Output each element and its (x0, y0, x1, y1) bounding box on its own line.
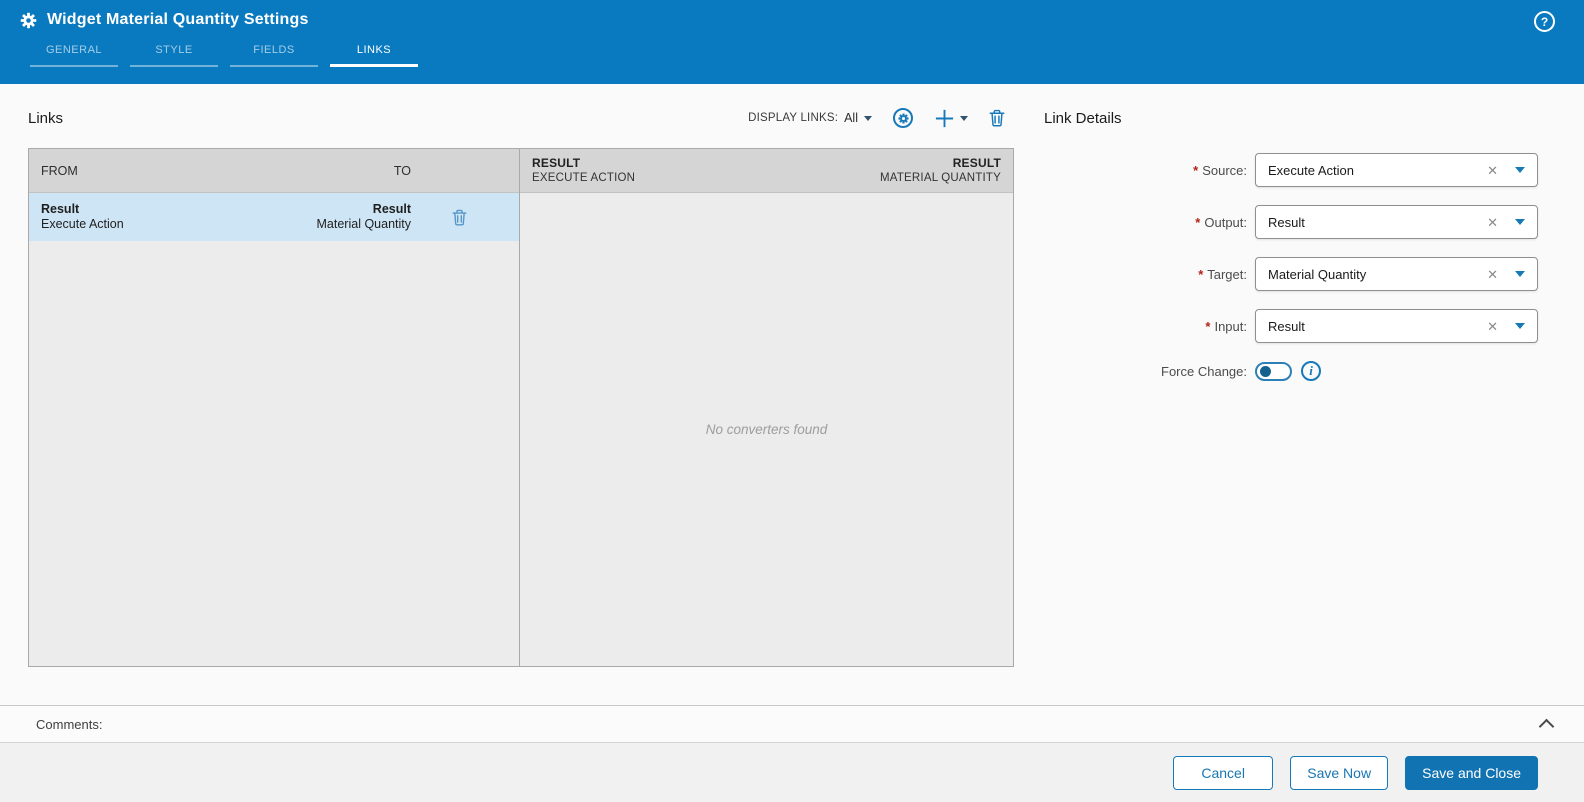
chevron-up-icon[interactable] (1538, 718, 1555, 735)
save-and-close-button[interactable]: Save and Close (1405, 755, 1538, 790)
delete-link-button[interactable] (989, 109, 1005, 127)
force-change-label: Force Change: (1161, 363, 1247, 379)
tab-label: GENERAL (45, 44, 103, 56)
converter-from-property: RESULT (532, 155, 581, 170)
column-header-to: TO (393, 163, 411, 178)
output-value: Result (1268, 214, 1305, 230)
display-links-label: DISPLAY LINKS: (748, 112, 839, 124)
converter-to-target: MATERIAL QUANTITY (880, 171, 1001, 184)
widget-settings-dialog: Widget Material Quantity Settings ? GENE… (0, 0, 1584, 802)
comments-bar[interactable]: Comments: (0, 705, 1584, 742)
source-label: * Source: (1193, 162, 1247, 178)
link-to-target: Material Quantity (316, 217, 411, 231)
force-change-toggle[interactable] (1255, 361, 1292, 381)
input-field-row: * Input: Result ✕ (1044, 309, 1538, 343)
link-from-cell: Result Execute Action (41, 202, 226, 233)
converter-from-header: RESULT EXECUTE ACTION (532, 156, 635, 186)
link-details-form: * Source: Execute Action ✕ * Output: Resul… (1044, 153, 1538, 381)
links-toolbar: DISPLAY LINKS: All (748, 103, 1005, 133)
link-details-title: Link Details (1044, 110, 1122, 127)
info-icon[interactable]: i (1301, 361, 1321, 381)
trash-icon (989, 109, 1005, 127)
trash-icon (451, 209, 467, 226)
links-table-header: FROM TO (29, 149, 519, 193)
converters-panel: RESULT EXECUTE ACTION RESULT MATERIAL QU… (520, 149, 1013, 666)
output-field-row: * Output: Result ✕ (1044, 205, 1538, 239)
required-marker: * (1198, 266, 1204, 282)
output-select[interactable]: Result ✕ (1255, 205, 1538, 239)
source-field-row: * Source: Execute Action ✕ (1044, 153, 1538, 187)
links-list-panel: FROM TO Result Execute Action Result Mat… (29, 149, 520, 666)
tab-fields[interactable]: FIELDS (224, 44, 324, 67)
target-field-row: * Target: Material Quantity ✕ (1044, 257, 1538, 291)
source-value: Execute Action (1268, 162, 1354, 178)
titlebar: Widget Material Quantity Settings (0, 0, 1584, 29)
links-list-empty-area (29, 241, 519, 666)
clear-icon[interactable]: ✕ (1487, 268, 1498, 281)
plus-icon (935, 109, 954, 127)
tab-label: STYLE (155, 44, 193, 56)
tab-underline (330, 64, 418, 67)
target-value: Material Quantity (1268, 266, 1367, 282)
clear-icon[interactable]: ✕ (1487, 320, 1498, 333)
tab-underline (130, 65, 218, 67)
cancel-button[interactable]: Cancel (1173, 755, 1274, 790)
output-label: * Output: (1195, 214, 1247, 230)
comments-label: Comments: (36, 716, 103, 732)
clear-icon[interactable]: ✕ (1487, 164, 1498, 177)
converters-header: RESULT EXECUTE ACTION RESULT MATERIAL QU… (520, 149, 1013, 193)
required-marker: * (1205, 318, 1211, 334)
tab-label: FIELDS (253, 44, 295, 56)
link-to-property: Result (372, 201, 411, 216)
link-from-source: Execute Action (41, 217, 124, 231)
chevron-down-icon[interactable] (1515, 219, 1525, 225)
converter-to-header: RESULT MATERIAL QUANTITY (880, 156, 1001, 186)
chevron-down-icon[interactable] (960, 115, 968, 121)
dialog-footer: Cancel Save Now Save and Close (0, 742, 1584, 802)
links-section-title: Links (28, 110, 64, 127)
auto-link-gear-icon (893, 108, 913, 128)
tab-style[interactable]: STYLE (124, 44, 224, 67)
clear-icon[interactable]: ✕ (1487, 216, 1498, 229)
toggle-knob (1260, 365, 1271, 377)
link-from-property: Result (41, 201, 80, 216)
input-select[interactable]: Result ✕ (1255, 309, 1538, 343)
empty-converters-message: No converters found (705, 422, 828, 437)
source-select[interactable]: Execute Action ✕ (1255, 153, 1538, 187)
chevron-down-icon (864, 115, 872, 121)
save-now-button[interactable]: Save Now (1290, 755, 1389, 790)
links-table: FROM TO Result Execute Action Result Mat… (28, 148, 1014, 667)
converter-to-property: RESULT (952, 155, 1001, 170)
tab-links[interactable]: LINKS (324, 44, 424, 67)
target-select[interactable]: Material Quantity ✕ (1255, 257, 1538, 291)
required-marker: * (1195, 214, 1201, 230)
chevron-down-icon[interactable] (1515, 323, 1525, 329)
gear-icon (20, 12, 37, 28)
table-row[interactable]: Result Execute Action Result Material Qu… (29, 193, 519, 241)
chevron-down-icon[interactable] (1515, 167, 1525, 173)
dialog-title: Widget Material Quantity Settings (47, 11, 309, 28)
row-delete-button[interactable] (411, 209, 507, 226)
display-links-value: All (844, 111, 858, 125)
required-marker: * (1193, 162, 1199, 178)
tab-underline (230, 65, 318, 67)
converters-body: No converters found (520, 193, 1013, 666)
dialog-header: Widget Material Quantity Settings ? GENE… (0, 0, 1584, 84)
auto-link-button[interactable] (893, 108, 913, 128)
tab-bar: GENERAL STYLE FIELDS LINKS (24, 44, 424, 67)
column-header-from: FROM (41, 163, 78, 178)
input-label: * Input: (1205, 318, 1247, 334)
force-change-row: Force Change: i (1044, 361, 1538, 381)
target-label: * Target: (1198, 266, 1247, 282)
tab-underline (30, 65, 118, 67)
tab-label: LINKS (356, 44, 392, 56)
display-links-filter[interactable]: DISPLAY LINKS: All (748, 111, 872, 125)
link-to-cell: Result Material Quantity (226, 202, 411, 233)
tab-general[interactable]: GENERAL (24, 44, 124, 67)
input-value: Result (1268, 318, 1305, 334)
converter-from-source: EXECUTE ACTION (532, 171, 636, 184)
add-link-button[interactable] (934, 108, 968, 129)
help-icon[interactable]: ? (1534, 11, 1555, 32)
chevron-down-icon[interactable] (1515, 271, 1525, 277)
